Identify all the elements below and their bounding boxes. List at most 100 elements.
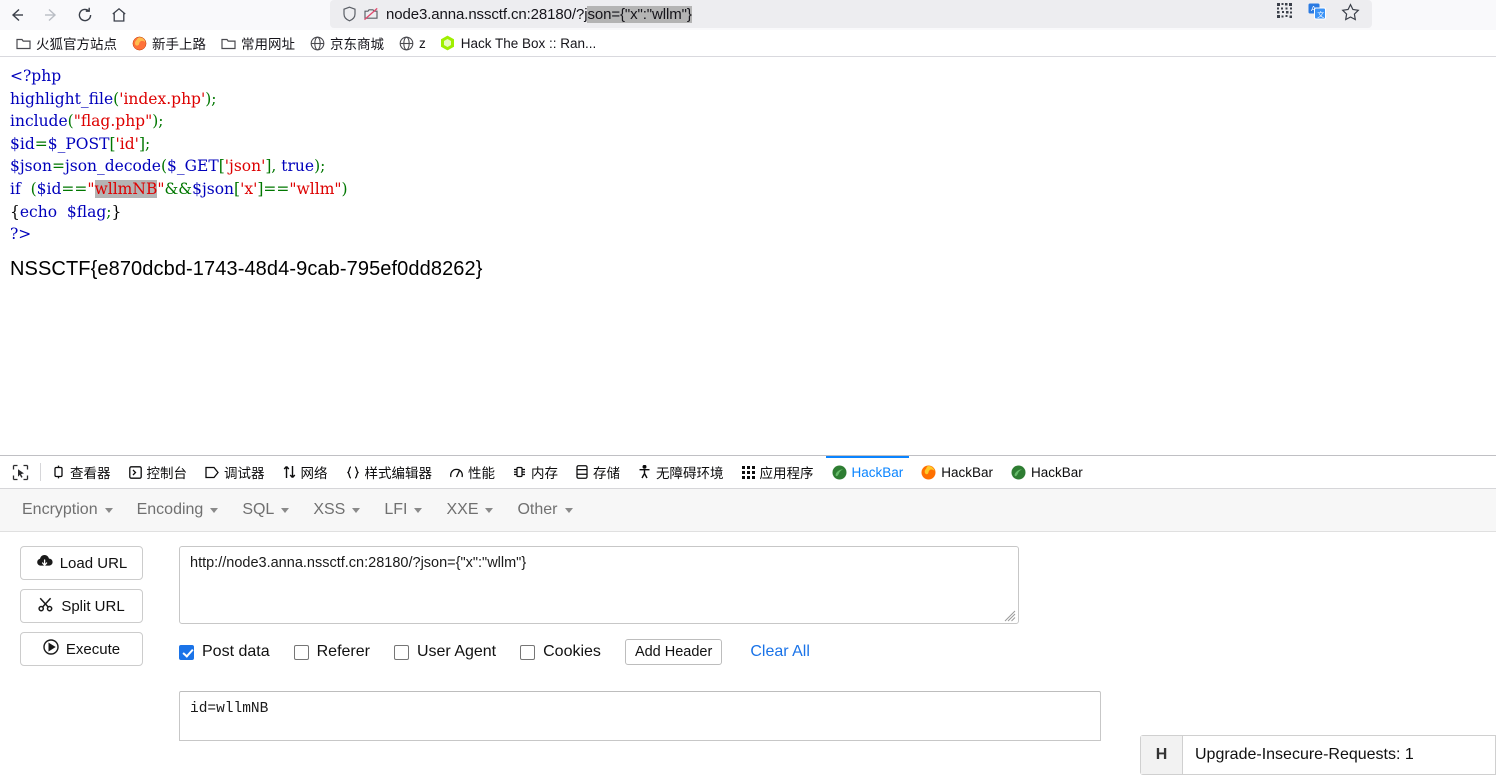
- devtools-tab-label: 控制台: [146, 466, 188, 481]
- hexagon-icon: [440, 35, 456, 51]
- option-post-data[interactable]: Post data: [179, 643, 270, 661]
- hackbar-menu-other[interactable]: Other: [517, 497, 586, 523]
- performance-icon: [450, 466, 463, 479]
- code-line-0: <?php: [10, 67, 62, 85]
- add-header-button[interactable]: Add Header: [624, 639, 723, 665]
- hackbar-action-buttons: Load URL Split URL Execute: [20, 546, 165, 746]
- devtools-tab-label: 调试器: [224, 466, 265, 481]
- hackbar-menu-xxe[interactable]: XXE: [446, 497, 507, 523]
- bookmark-item-0[interactable]: 火狐官方站点: [8, 31, 124, 55]
- address-bar-actions: A文: [1277, 2, 1364, 26]
- devtools-tabbar: 查看器 控制台 调试器 网络 样式编辑器 性能 内存 存储 无障碍环境 应用程序…: [0, 456, 1496, 489]
- option-user-agent[interactable]: User Agent: [393, 643, 497, 661]
- post-data-input[interactable]: [179, 691, 1101, 741]
- address-bar[interactable]: node3.anna.nssctf.cn:28180/?json={"x":"w…: [330, 0, 1372, 28]
- hackbar-menu-lfi[interactable]: LFI: [384, 497, 436, 523]
- devtools-tab-hackbar-2[interactable]: HackBar: [912, 456, 1002, 488]
- code-line-4: $json=json_decode($_GET['json'], true);: [10, 157, 326, 176]
- bookmark-item-1[interactable]: 新手上路: [124, 31, 213, 55]
- devtools-tab-hackbar-1[interactable]: HackBar: [823, 456, 913, 488]
- application-icon: [741, 465, 755, 479]
- devtools-tab-label: 网络: [300, 466, 328, 481]
- back-arrow-icon[interactable]: [0, 1, 34, 29]
- reload-icon[interactable]: [68, 1, 102, 29]
- svg-text:文: 文: [1317, 10, 1324, 19]
- devtools-tab-storage[interactable]: 存储: [567, 456, 629, 488]
- qrcode-icon[interactable]: [1277, 3, 1294, 25]
- hackbar-menu-encoding[interactable]: Encoding: [137, 497, 233, 523]
- bookmark-item-5[interactable]: Hack The Box :: Ran...: [433, 33, 604, 53]
- option-label: Referer: [316, 643, 370, 660]
- devtools-tab-inspector[interactable]: 查看器: [43, 456, 120, 488]
- execute-button[interactable]: Execute: [20, 632, 143, 666]
- devtools-tab-style-editor[interactable]: 样式编辑器: [337, 456, 442, 488]
- cookies-checkbox[interactable]: [520, 644, 536, 660]
- url-selected-part: son={"x":"wllm"}: [587, 5, 692, 23]
- developer-tools: 查看器 控制台 调试器 网络 样式编辑器 性能 内存 存储 无障碍环境 应用程序…: [0, 455, 1496, 775]
- bookmark-item-4[interactable]: z: [391, 33, 433, 53]
- chevron-down-icon: [485, 507, 494, 513]
- clear-all-link[interactable]: Clear All: [750, 643, 810, 661]
- option-label: User Agent: [416, 643, 497, 660]
- php-source-listing: <?php highlight_file('index.php'); inclu…: [10, 65, 1496, 246]
- bookmark-star-icon[interactable]: [1341, 2, 1360, 26]
- bookmark-item-3[interactable]: 京东商城: [302, 31, 391, 55]
- devtools-tab-application[interactable]: 应用程序: [733, 456, 823, 488]
- element-picker-icon[interactable]: [4, 456, 38, 488]
- header-row[interactable]: H Upgrade-Insecure-Requests: 1: [1140, 735, 1496, 775]
- bookmark-label: 京东商城: [330, 37, 384, 52]
- selected-code-token: wllmNB: [94, 179, 158, 198]
- flag-output: NSSCTF{e870dcbd-1743-48d4-9cab-795ef0dd8…: [10, 257, 483, 280]
- url-unselected-part: node3.anna.nssctf.cn:28180/?j: [386, 5, 588, 23]
- chevron-down-icon: [414, 507, 423, 513]
- hackbar-menu-xss[interactable]: XSS: [313, 497, 374, 523]
- translate-icon[interactable]: A文: [1308, 3, 1327, 25]
- hackbar-menu-bar: Encryption Encoding SQL XSS LFI XXE Othe…: [0, 489, 1496, 532]
- folder-icon: [15, 35, 31, 51]
- menu-label: XXE: [446, 501, 479, 518]
- button-label: Split URL: [61, 597, 125, 615]
- split-url-button[interactable]: Split URL: [20, 589, 143, 623]
- hackbar-menu-encryption[interactable]: Encryption: [22, 497, 127, 523]
- code-line-7: ?>: [10, 225, 32, 244]
- user-agent-checkbox[interactable]: [393, 644, 409, 660]
- chevron-down-icon: [104, 507, 113, 513]
- home-icon[interactable]: [102, 1, 136, 29]
- devtools-tab-performance[interactable]: 性能: [441, 456, 504, 488]
- storage-icon: [576, 465, 588, 479]
- devtools-tab-label: 应用程序: [759, 466, 814, 481]
- chevron-down-icon: [564, 507, 573, 513]
- bookmark-label: 常用网址: [241, 37, 295, 52]
- bookmarks-bar: 火狐官方站点 新手上路 常用网址 京东商城 z Hack The Box :: …: [0, 30, 1496, 57]
- post-data-checkbox[interactable]: [179, 644, 194, 660]
- devtools-tab-hackbar-3[interactable]: HackBar: [1002, 456, 1092, 488]
- referer-checkbox[interactable]: [293, 644, 309, 660]
- devtools-tab-accessibility[interactable]: 无障碍环境: [629, 456, 733, 488]
- load-url-button[interactable]: Load URL: [20, 546, 143, 580]
- devtools-tab-debugger[interactable]: 调试器: [196, 456, 274, 488]
- firefox-orange-icon: [921, 465, 936, 480]
- forward-arrow-icon[interactable]: [34, 1, 68, 29]
- menu-label: Encryption: [22, 501, 98, 518]
- devtools-tab-label: HackBar: [851, 464, 904, 480]
- code-line-2: include("flag.php");: [10, 112, 164, 131]
- option-cookies[interactable]: Cookies: [520, 643, 601, 661]
- hackbar-form: Post data Referer User Agent Cookies Add…: [165, 546, 1496, 746]
- url-input[interactable]: [179, 546, 1019, 624]
- cloud-download-icon: [36, 554, 53, 572]
- firefox-icon: [131, 35, 147, 51]
- hackbar-menu-sql[interactable]: SQL: [242, 497, 303, 523]
- bookmark-label: 火狐官方站点: [36, 37, 117, 52]
- chevron-down-icon: [281, 507, 290, 513]
- option-referer[interactable]: Referer: [293, 643, 370, 661]
- page-content: <?php highlight_file('index.php'); inclu…: [0, 57, 1496, 455]
- devtools-tab-network[interactable]: 网络: [274, 456, 337, 488]
- devtools-tab-label: 性能: [468, 466, 495, 481]
- bookmark-item-2[interactable]: 常用网址: [213, 31, 302, 55]
- devtools-tab-memory[interactable]: 内存: [504, 456, 567, 488]
- devtools-tab-console[interactable]: 控制台: [120, 456, 197, 488]
- devtools-tab-label: 查看器: [70, 466, 111, 481]
- hackbar-green-icon: [832, 465, 847, 480]
- header-value-text[interactable]: Upgrade-Insecure-Requests: 1: [1183, 736, 1495, 774]
- accessibility-icon: [638, 465, 651, 479]
